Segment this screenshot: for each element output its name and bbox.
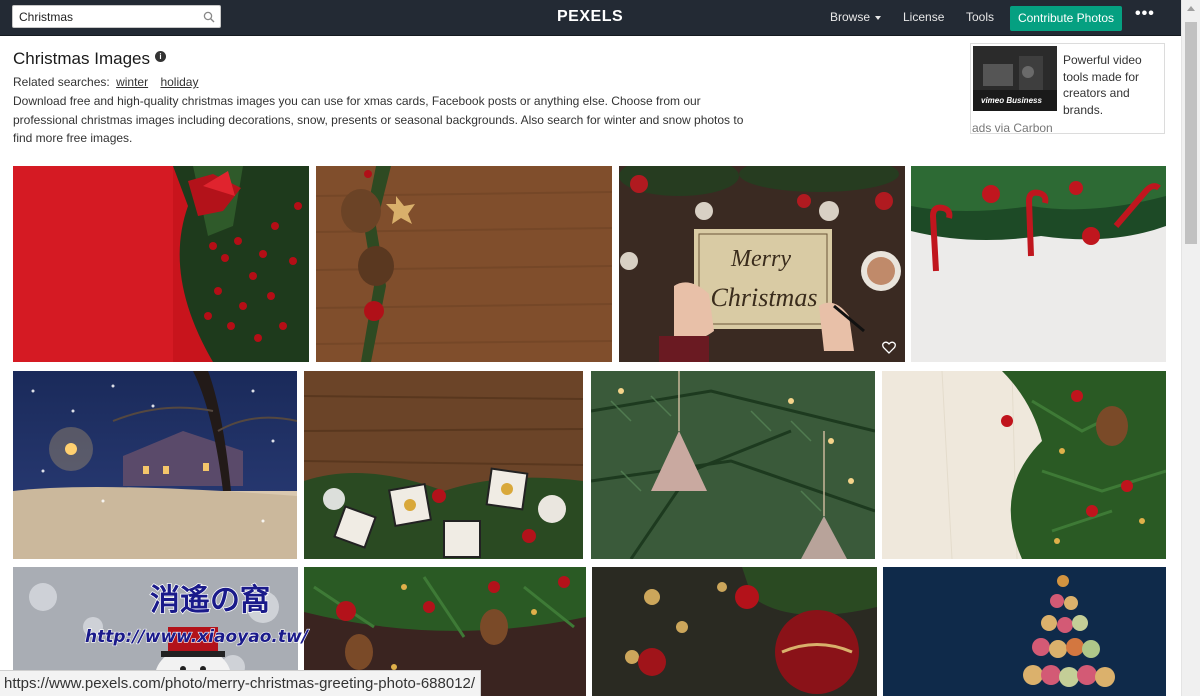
scrollbar-thumb[interactable] <box>1185 22 1197 244</box>
page-title: Christmas Images <box>13 49 150 68</box>
related-searches: Related searches: winter holiday <box>13 75 204 89</box>
photo-candy-cane[interactable] <box>911 166 1166 362</box>
carbon-ad[interactable]: vimeo Business Powerful video tools made… <box>970 43 1165 135</box>
photo-wood-ornaments[interactable] <box>304 371 583 559</box>
photo-candy-cane-image <box>911 166 1166 362</box>
nav-browse-label: Browse <box>830 10 871 24</box>
photo-wooden-tree-ornament-image <box>591 371 875 559</box>
heart-icon[interactable] <box>882 341 896 354</box>
info-icon[interactable]: i <box>155 51 166 62</box>
search-icon[interactable] <box>203 11 215 23</box>
more-menu-icon[interactable]: ••• <box>1135 5 1155 23</box>
svg-text:Christmas: Christmas <box>711 283 818 312</box>
scroll-up-arrow-icon[interactable] <box>1187 6 1195 11</box>
photo-snowy-house[interactable] <box>13 371 297 559</box>
related-searches-label: Related searches: <box>13 75 110 89</box>
photo-merry-christmas-image: Merry Christmas <box>619 166 905 362</box>
photo-fir-branches-white-image <box>882 371 1166 559</box>
pexels-logo[interactable]: PEXELS <box>557 8 623 26</box>
photo-wooden-tree-ornament[interactable] <box>591 371 875 559</box>
photo-bauble-bokeh[interactable] <box>592 567 877 696</box>
photo-red-wreath-image <box>13 166 309 362</box>
nav-tools[interactable]: Tools <box>966 10 994 24</box>
chevron-down-icon <box>875 15 882 20</box>
photo-merry-christmas[interactable]: Merry Christmas <box>619 166 905 362</box>
page-description: Download free and high-quality christmas… <box>13 94 744 145</box>
related-link-holiday[interactable]: holiday <box>160 75 198 89</box>
photo-red-wreath[interactable] <box>13 166 309 362</box>
search-input[interactable] <box>19 8 199 25</box>
ad-text[interactable]: Powerful video tools made for creators a… <box>1063 52 1161 118</box>
svg-text:Merry: Merry <box>730 246 791 272</box>
ad-thumbnail[interactable]: vimeo Business <box>973 46 1057 111</box>
photo-pine-wood-image <box>316 166 612 362</box>
nav-browse[interactable]: Browse <box>830 10 882 24</box>
photo-wood-ornaments-image <box>304 371 583 559</box>
photo-bokeh-tree[interactable] <box>883 567 1166 696</box>
top-navigation-bar: PEXELS Browse License Tools Contribute P… <box>0 0 1181 36</box>
related-link-winter[interactable]: winter <box>116 75 148 89</box>
photo-fir-branches-white[interactable] <box>882 371 1166 559</box>
photo-snowy-house-image <box>13 371 297 559</box>
photo-pine-wood[interactable] <box>316 166 612 362</box>
search-box[interactable] <box>12 5 221 28</box>
photo-bauble-bokeh-image <box>592 567 877 696</box>
contribute-photos-button[interactable]: Contribute Photos <box>1010 6 1122 31</box>
status-bar-url: https://www.pexels.com/photo/merry-chris… <box>0 670 482 696</box>
vertical-scrollbar[interactable] <box>1181 0 1200 696</box>
ads-via-carbon[interactable]: ads via Carbon <box>972 121 1053 135</box>
ad-thumbnail-brand: vimeo Business <box>981 96 1042 105</box>
nav-license[interactable]: License <box>903 10 944 24</box>
photo-bokeh-tree-image <box>883 567 1166 696</box>
